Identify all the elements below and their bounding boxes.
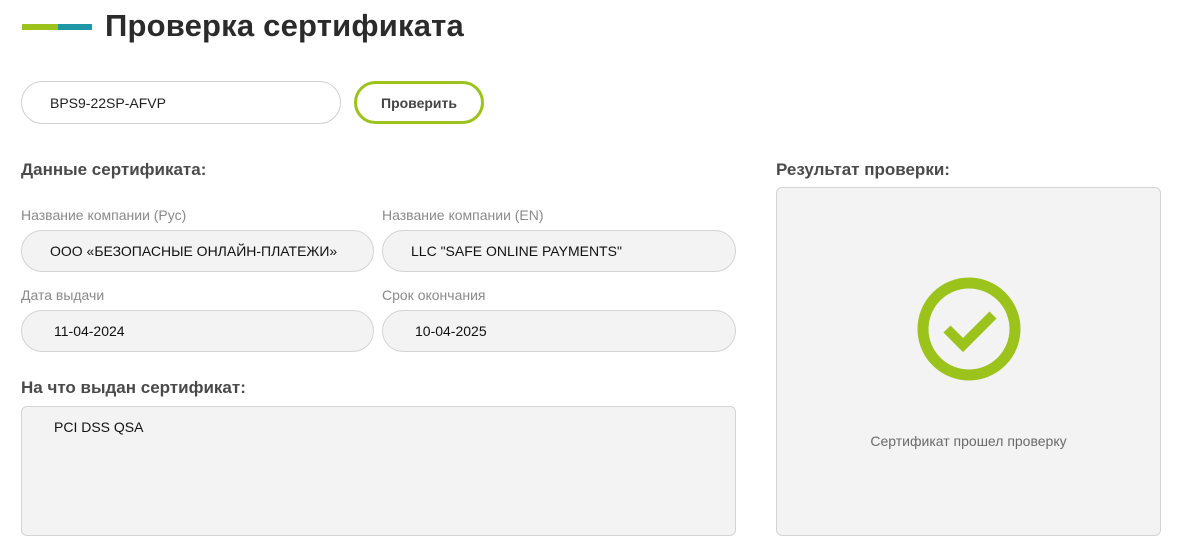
scope-field: PCI DSS QSA [21, 406, 736, 536]
result-status-text: Сертификат прошел проверку [870, 433, 1067, 449]
company-ru-field: ООО «БЕЗОПАСНЫЕ ОНЛАЙН-ПЛАТЕЖИ» [21, 230, 374, 272]
page-title: Проверка сертификата [105, 8, 464, 43]
result-panel: Сертификат прошел проверку [776, 187, 1161, 536]
result-heading: Результат проверки: [776, 160, 950, 179]
title-accent-teal [58, 24, 92, 30]
issue-date-field: 11-04-2024 [21, 310, 374, 352]
expiry-date-label: Срок окончания [382, 287, 486, 303]
certificate-data-heading: Данные сертификата: [21, 160, 207, 179]
check-button[interactable]: Проверить [354, 81, 484, 124]
scope-heading: На что выдан сертификат: [21, 378, 246, 397]
issue-date-label: Дата выдачи [21, 287, 105, 303]
title-accent-bar [22, 24, 92, 30]
company-en-field: LLC "SAFE ONLINE PAYMENTS" [382, 230, 736, 272]
title-accent-green [22, 24, 58, 30]
expiry-date-field: 10-04-2025 [382, 310, 736, 352]
check-circle-icon [917, 277, 1021, 381]
company-ru-label: Название компании (Рус) [21, 207, 187, 223]
company-en-label: Название компании (EN) [382, 207, 544, 223]
certificate-number-input[interactable] [21, 81, 341, 124]
